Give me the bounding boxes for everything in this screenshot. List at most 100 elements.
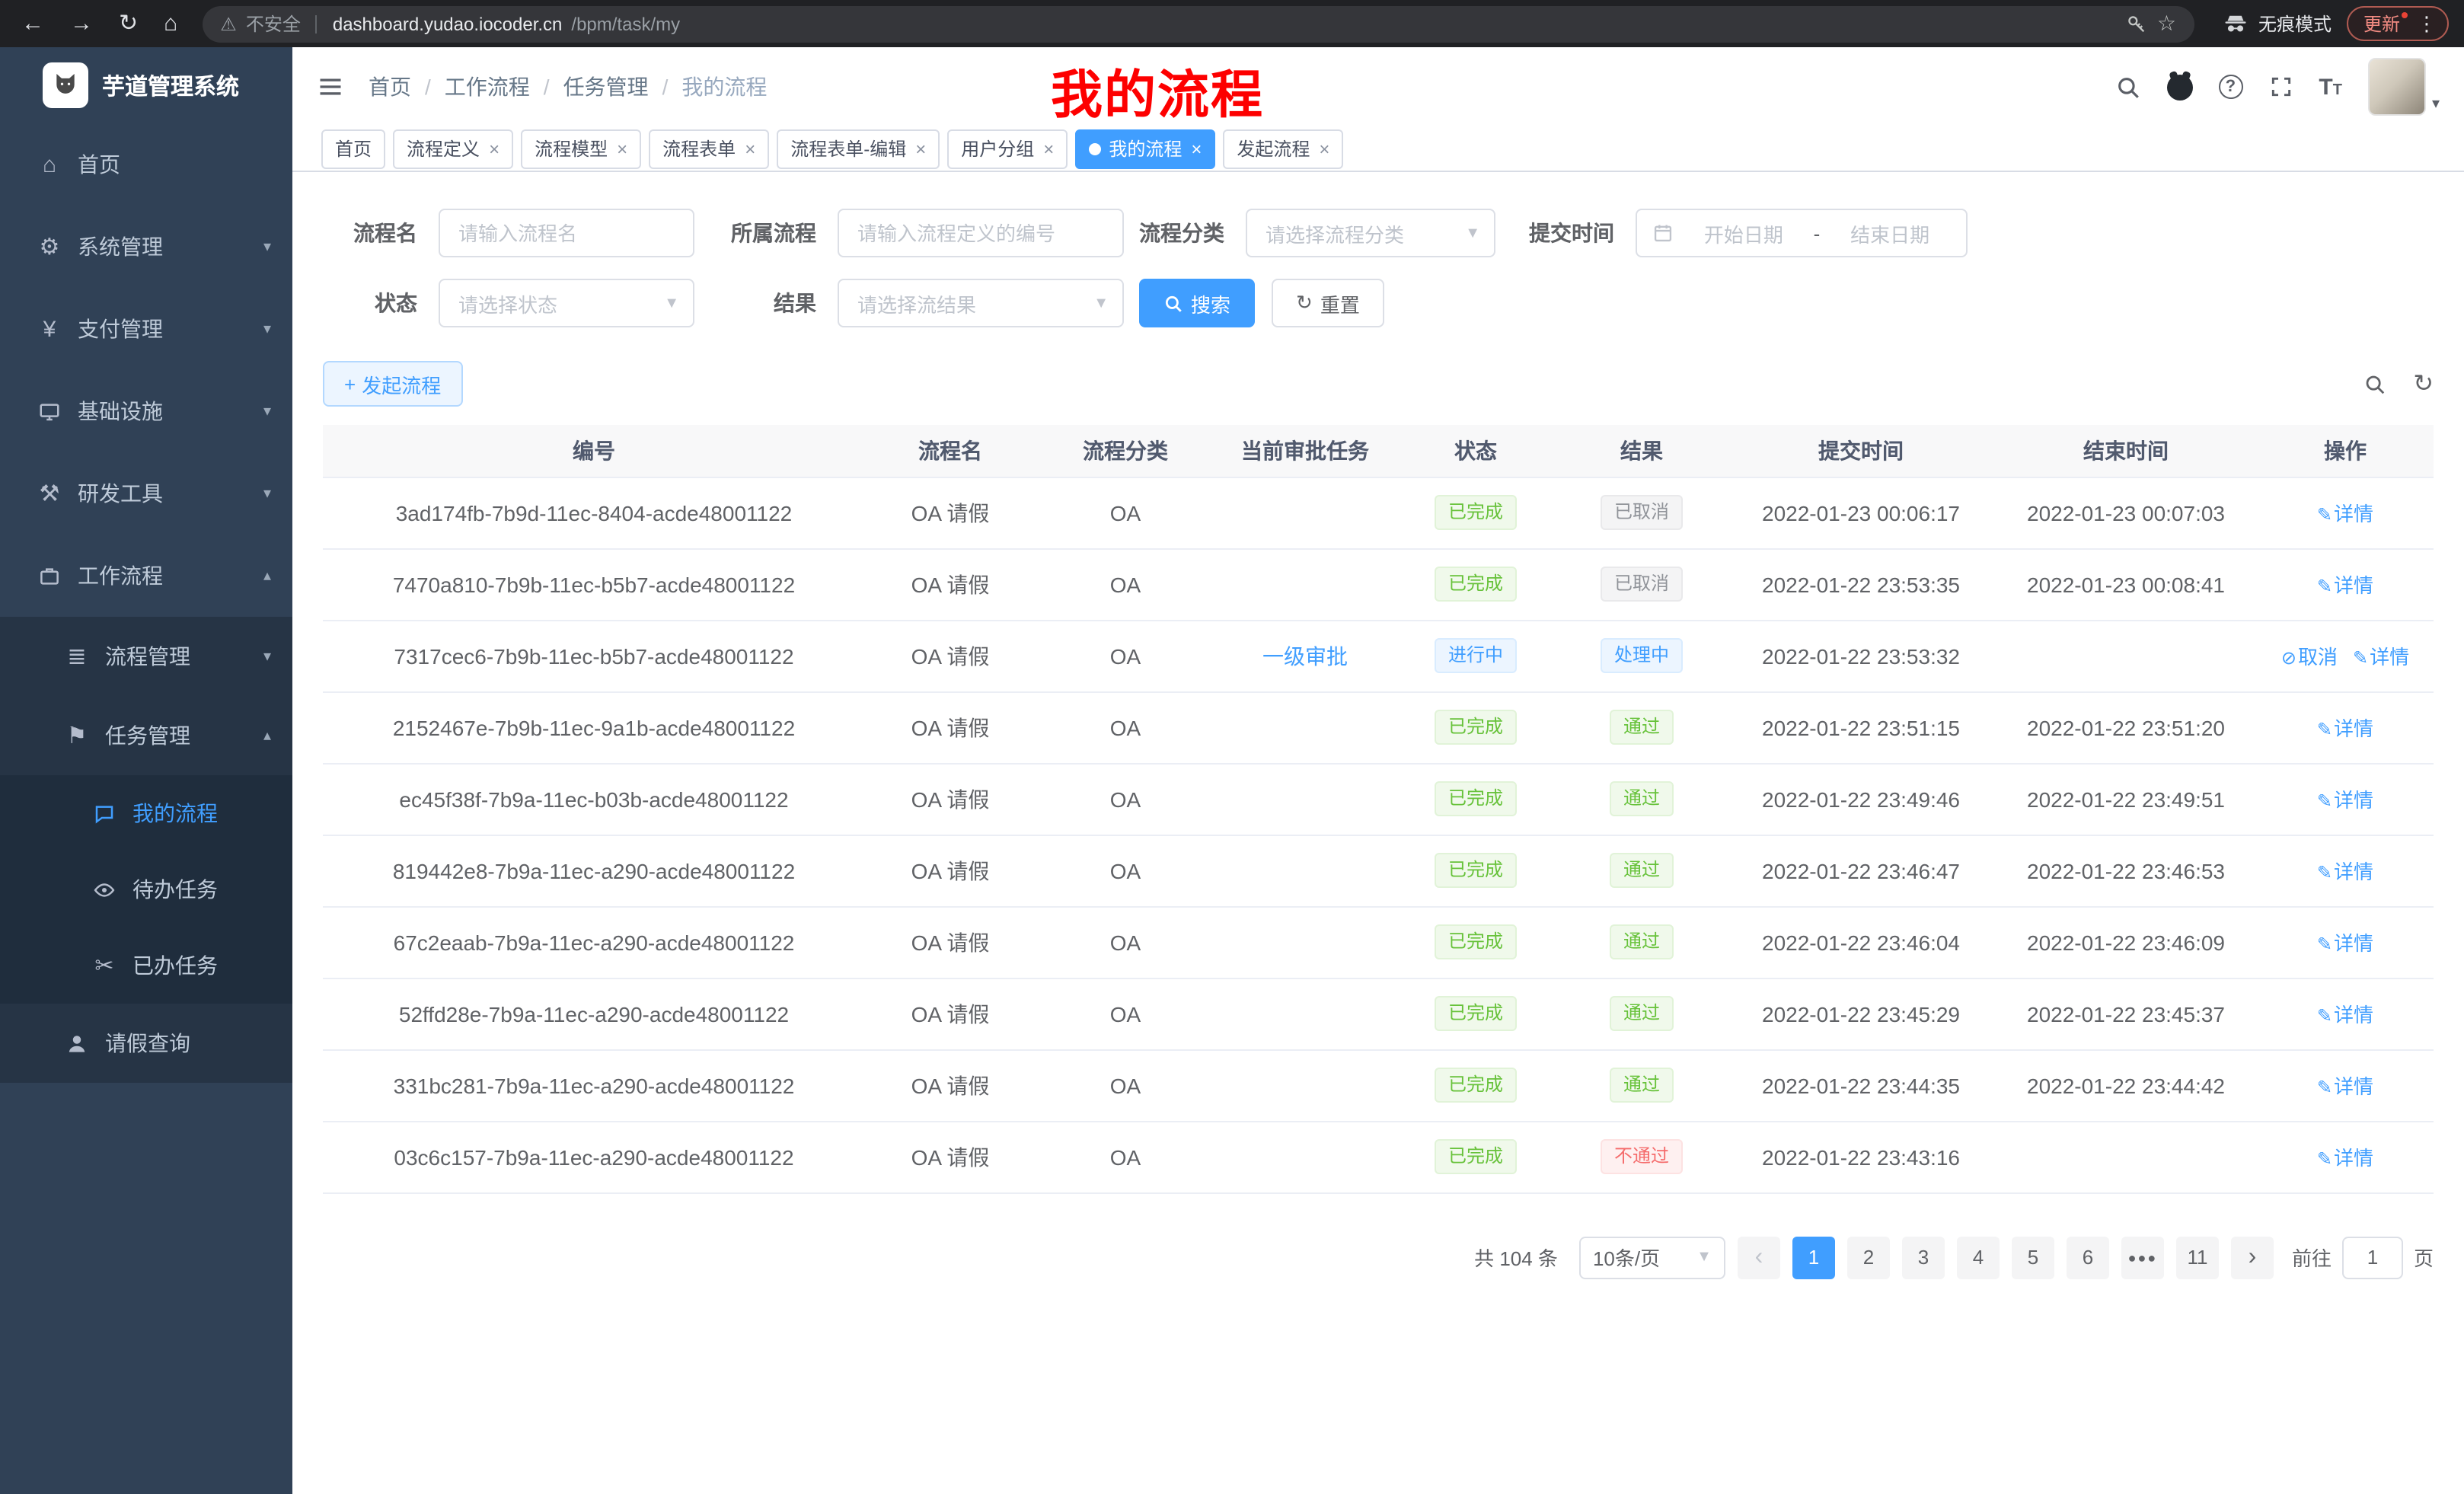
refresh-table-icon[interactable]: ↻ [2413, 369, 2434, 399]
toggle-search-icon[interactable] [2363, 372, 2386, 395]
result-select[interactable]: 请选择流结果 ▼ [838, 279, 1124, 327]
sidebar-item-home[interactable]: ⌂首页 [0, 123, 292, 206]
row-process-name: OA 请假 [865, 978, 1036, 1049]
browser-update-button[interactable]: 更新 ⋮ [2347, 6, 2449, 41]
sidebar-item-system-management[interactable]: ⚙系统管理▾ [0, 206, 292, 288]
pager-page-4[interactable]: 4 [1957, 1236, 2000, 1279]
row-category: OA [1036, 763, 1215, 835]
detail-link[interactable]: ✎详情 [2353, 646, 2409, 669]
sidebar-item-leave-query[interactable]: 请假查询 [0, 1004, 292, 1083]
pager-page-6[interactable]: 6 [2067, 1236, 2109, 1279]
sidebar-item-dev-tools[interactable]: ⚒研发工具▾ [0, 452, 292, 535]
sidebar-item-task-management[interactable]: ⚑任务管理▴ [0, 696, 292, 775]
detail-link[interactable]: ✎详情 [2317, 932, 2373, 955]
breadcrumb-item[interactable]: 我的流程 [681, 72, 767, 102]
bookmark-star-icon[interactable]: ☆ [2157, 11, 2176, 37]
tab-process-form[interactable]: 流程表单× [649, 129, 769, 168]
tab-user-group[interactable]: 用户分组× [947, 129, 1068, 168]
tab-process-model[interactable]: 流程模型× [521, 129, 641, 168]
close-icon[interactable]: × [1043, 138, 1054, 159]
chevron-down-icon: ▾ [263, 485, 271, 502]
tab-my-process[interactable]: 我的流程× [1075, 129, 1215, 168]
breadcrumb-item[interactable]: 首页 [369, 72, 411, 102]
row-result: 通过 [1556, 835, 1727, 906]
refresh-icon[interactable]: ↻ [119, 12, 138, 35]
hamburger-icon[interactable] [317, 73, 344, 101]
detail-link[interactable]: ✎详情 [2317, 717, 2373, 740]
key-icon[interactable] [2127, 13, 2148, 34]
goto-label: 前往 [2292, 1243, 2332, 1272]
sidebar-item-todo-tasks[interactable]: 待办任务 [0, 851, 292, 927]
sidebar-item-workflow[interactable]: 工作流程▴ [0, 535, 292, 617]
home-icon[interactable]: ⌂ [164, 12, 177, 35]
row-result: 通过 [1556, 978, 1727, 1049]
github-icon[interactable] [2166, 74, 2192, 100]
tab-process-definition[interactable]: 流程定义× [393, 129, 513, 168]
close-icon[interactable]: × [745, 138, 755, 159]
breadcrumb-item[interactable]: 工作流程 [445, 72, 530, 102]
pager-more[interactable]: ●●● [2121, 1236, 2164, 1279]
forward-icon[interactable]: → [70, 12, 93, 35]
row-category: OA [1036, 978, 1215, 1049]
close-icon[interactable]: × [915, 138, 926, 159]
process-name-input[interactable] [439, 209, 694, 257]
chevron-down-icon: ▾ [263, 238, 271, 255]
pager-page-1[interactable]: 1 [1792, 1236, 1835, 1279]
category-select[interactable]: 请选择流程分类 ▼ [1246, 209, 1495, 257]
filter-label-result: 结果 [731, 288, 816, 318]
user-menu[interactable]: ▾ [2368, 58, 2440, 116]
pager-page-5[interactable]: 5 [2012, 1236, 2054, 1279]
question-icon[interactable]: ? [2218, 75, 2242, 99]
search-icon[interactable] [2115, 74, 2140, 100]
close-icon[interactable]: × [489, 138, 500, 159]
search-button[interactable]: 搜索 [1139, 279, 1255, 327]
pager-page-11[interactable]: 11 [2176, 1236, 2219, 1279]
sidebar-item-infrastructure[interactable]: 基础设施▾ [0, 370, 292, 452]
status-select[interactable]: 请选择状态 ▼ [439, 279, 694, 327]
sidebar-item-label: 流程管理 [105, 641, 263, 672]
table-row: 7317cec6-7b9b-11ec-b5b7-acde48001122OA 请… [323, 620, 2434, 691]
avatar[interactable] [2368, 58, 2426, 116]
pager-prev[interactable]: ‹ [1738, 1236, 1780, 1279]
breadcrumb-item[interactable]: 任务管理 [563, 72, 649, 102]
tab-home[interactable]: 首页 [321, 129, 385, 168]
row-actions: ✎详情 [2257, 691, 2434, 763]
close-icon[interactable]: × [617, 138, 627, 159]
cancel-link[interactable]: ⊘取消 [2281, 646, 2338, 669]
filter-label-process: 所属流程 [731, 218, 816, 248]
row-category: OA [1036, 835, 1215, 906]
start-process-button[interactable]: + 发起流程 [323, 361, 462, 407]
app-logo[interactable]: 芋道管理系统 [0, 47, 292, 123]
close-icon[interactable]: × [1191, 138, 1202, 159]
detail-link[interactable]: ✎详情 [2317, 1147, 2373, 1170]
pager-page-3[interactable]: 3 [1902, 1236, 1945, 1279]
address-bar[interactable]: ⚠ 不安全 dashboard.yudao.iocoder.cn/bpm/tas… [202, 5, 2194, 42]
font-size-icon[interactable]: TT [2319, 74, 2342, 100]
detail-link[interactable]: ✎详情 [2317, 860, 2373, 883]
detail-link[interactable]: ✎详情 [2317, 574, 2373, 597]
sidebar-item-process-management[interactable]: ≣流程管理▾ [0, 617, 292, 696]
sidebar-item-my-process[interactable]: 我的流程 [0, 775, 292, 851]
fullscreen-icon[interactable] [2268, 75, 2293, 99]
goto-page-input[interactable] [2342, 1236, 2403, 1279]
tab-process-form-edit[interactable]: 流程表单-编辑× [777, 129, 940, 168]
process-id-input[interactable] [838, 209, 1124, 257]
tab-start-process[interactable]: 发起流程× [1223, 129, 1343, 168]
reset-button[interactable]: ↻ 重置 [1272, 279, 1384, 327]
row-result: 处理中 [1556, 620, 1727, 691]
sidebar-item-done-tasks[interactable]: ✂已办任务 [0, 927, 292, 1004]
pager-page-2[interactable]: 2 [1847, 1236, 1890, 1279]
detail-link[interactable]: ✎详情 [2317, 789, 2373, 812]
submit-time-range-picker[interactable]: 开始日期 - 结束日期 [1636, 209, 1968, 257]
sidebar-item-payment-management[interactable]: ¥支付管理▾ [0, 288, 292, 370]
back-icon[interactable]: ← [21, 12, 44, 35]
pager-next[interactable]: › [2231, 1236, 2274, 1279]
detail-link[interactable]: ✎详情 [2317, 1075, 2373, 1098]
detail-link[interactable]: ✎详情 [2317, 503, 2373, 525]
current-task-link[interactable]: 一级审批 [1262, 643, 1348, 668]
detail-link[interactable]: ✎详情 [2317, 1004, 2373, 1026]
page-size-select[interactable]: 10条/页 ▼ [1579, 1236, 1725, 1279]
row-actions: ✎详情 [2257, 477, 2434, 548]
close-icon[interactable]: × [1319, 138, 1329, 159]
more-menu-icon[interactable]: ⋮ [2417, 11, 2437, 36]
